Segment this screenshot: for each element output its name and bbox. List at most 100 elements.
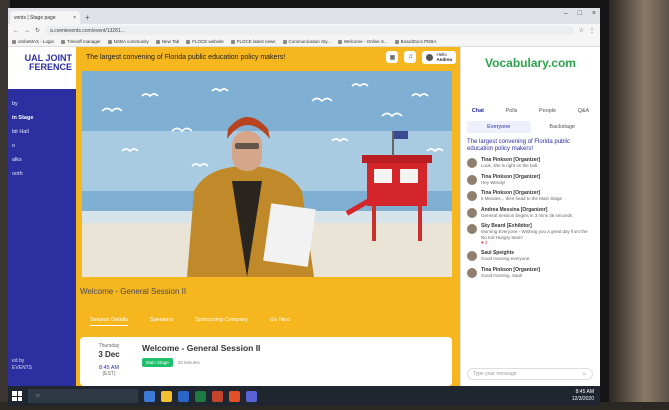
session-tab[interactable]: Session Details xyxy=(90,317,128,326)
address-bar: ← → ↻ a.cventevents.com/event/13281... ☆… xyxy=(8,24,600,37)
background-wall-right xyxy=(609,0,669,410)
chat-message-body: Tina Pinkson [Organizer] 5 Minutes... the… xyxy=(481,190,562,202)
url-input[interactable]: a.cventevents.com/event/13281... xyxy=(45,26,574,35)
chat-tabs: Chat Polls People Q&A xyxy=(461,105,600,117)
sidebar-footer-line1: ed by xyxy=(12,358,25,364)
session-title: Welcome - General Session II xyxy=(80,287,187,296)
bookmark-icon xyxy=(394,39,399,44)
sponsor-logo: Vocabulary.com xyxy=(485,56,576,70)
back-icon[interactable]: ← xyxy=(13,28,19,34)
avatar xyxy=(467,191,477,201)
avatar xyxy=(426,53,434,61)
menu-icon[interactable]: ⋮ xyxy=(589,27,595,34)
browser-tab-title: vents | Stage page xyxy=(14,14,56,21)
chat-tab[interactable]: Polls xyxy=(506,108,518,114)
video-player[interactable] xyxy=(82,71,452,277)
taskbar-search[interactable]: ○ xyxy=(28,389,138,403)
event-app: UAL JOINT FERENCE by in Stage bit Hall o alk… xyxy=(8,47,600,386)
bookmark-item[interactable]: BoardDocs PDBA xyxy=(394,39,437,44)
session-tab[interactable]: Speakers xyxy=(150,317,173,326)
chat-message: Tina Pinkson [Organizer] 5 Minutes... the… xyxy=(467,190,594,202)
minimize-icon[interactable]: – xyxy=(564,10,568,17)
avatar xyxy=(467,267,477,278)
bookmark-item[interactable]: FLOCE latest news xyxy=(230,39,276,44)
bookmark-label: Communication Sty... xyxy=(288,39,331,44)
bookmark-icon xyxy=(107,39,112,44)
bookmark-icon xyxy=(61,39,66,44)
chat-message: Tina Pinkson [Organizer] Look, she is rig… xyxy=(467,157,594,169)
chat-tab[interactable]: Q&A xyxy=(578,108,590,114)
bookmark-item[interactable]: ombeMAX - Login xyxy=(12,39,54,44)
forward-icon[interactable]: → xyxy=(24,28,30,34)
bookmark-icon xyxy=(155,39,160,44)
tagline: The largest convening of Florida public … xyxy=(86,53,286,61)
maximize-icon[interactable]: □ xyxy=(578,10,582,17)
reload-icon[interactable]: ↻ xyxy=(35,27,40,34)
bookmark-label: Welcome - Online S... xyxy=(343,39,388,44)
close-icon[interactable]: × xyxy=(73,15,76,21)
chat-message-author: Tina Pinkson [Organizer] xyxy=(481,173,541,180)
bell-icon[interactable]: ♫ xyxy=(404,51,417,63)
clock-time: 8:45 AM xyxy=(575,389,594,395)
chat-message-body: Tina Pinkson [Organizer] Hey Wendy! xyxy=(481,174,540,186)
new-tab-icon[interactable]: + xyxy=(85,13,90,22)
powerpoint-icon[interactable] xyxy=(212,390,223,402)
clock[interactable]: 8:45 AM 12/3/2020 xyxy=(572,389,594,403)
sidebar-item[interactable]: bit Hall xyxy=(8,125,76,139)
bookmark-icon xyxy=(230,39,235,44)
avatar xyxy=(467,174,477,185)
bookmark-item[interactable]: Welcome - Online S... xyxy=(337,39,388,44)
chat-message: Saul Speights Good morning everyone. xyxy=(467,250,594,262)
session-date: Thursday 3 Dec 8:45 AM (EST) xyxy=(90,343,128,380)
session-tab[interactable]: Go Next xyxy=(270,317,290,326)
excel-icon[interactable] xyxy=(195,390,206,402)
bookmark-item[interactable]: NSBA community xyxy=(107,39,149,44)
browser-tab[interactable]: vents | Stage page × xyxy=(10,11,80,24)
main-stage: The largest convening of Florida public … xyxy=(76,47,460,386)
session-day: 3 Dec xyxy=(98,350,120,359)
user-menu[interactable]: Hello Andrea xyxy=(422,50,456,64)
chat-tab[interactable]: Chat xyxy=(472,108,484,114)
sidebar-item[interactable]: in Stage xyxy=(8,111,76,125)
chrome-icon[interactable] xyxy=(229,390,240,402)
video-frame xyxy=(82,71,452,277)
chat-panel: Vocabulary.com Chat Polls People Q&A Everyo… xyxy=(460,47,600,386)
bookmark-item[interactable]: New Tab xyxy=(155,39,179,44)
bookmark-item[interactable]: Timeoff manager xyxy=(61,39,101,44)
chat-message-text: Good morning everyone. xyxy=(481,256,531,261)
sidebar-item[interactable]: ooth xyxy=(8,167,76,181)
chat-audience-tabs: Everyone Backstage xyxy=(467,121,594,133)
top-strip: The largest convening of Florida public … xyxy=(76,47,460,67)
event-brand: UAL JOINT FERENCE xyxy=(8,47,76,89)
calendar-icon[interactable]: ▦ xyxy=(386,51,399,63)
windows-start-icon[interactable] xyxy=(12,391,22,401)
chat-input[interactable]: Type your message ☺ xyxy=(467,368,593,380)
chat-audience-tab[interactable]: Everyone xyxy=(467,121,531,133)
chat-message-body: Tina Pinkson [Organizer] Good morning, Sa… xyxy=(481,267,540,279)
file-explorer-icon[interactable] xyxy=(161,390,172,402)
bookmark-item[interactable]: Communication Sty... xyxy=(282,39,331,44)
emoji-icon[interactable]: ☺ xyxy=(582,371,587,377)
session-tab[interactable]: Sponsoring Company xyxy=(195,317,248,326)
session-timezone: (EST) xyxy=(102,371,116,377)
sidebar-item[interactable]: o xyxy=(8,139,76,153)
reaction-badge[interactable]: ♥ 2 xyxy=(481,240,594,245)
bookmark-label: BoardDocs PDBA xyxy=(400,39,437,44)
window-controls: – □ × xyxy=(564,10,596,17)
star-icon[interactable]: ☆ xyxy=(579,27,584,34)
sidebar-footer-line2: EVENTS xyxy=(12,365,33,371)
chat-tab[interactable]: People xyxy=(539,108,556,114)
edge-icon[interactable] xyxy=(144,390,155,402)
teams-icon[interactable] xyxy=(246,390,257,402)
word-icon[interactable] xyxy=(178,390,189,402)
bookmark-item[interactable]: FLOCE website xyxy=(186,39,224,44)
chat-audience-tab[interactable]: Backstage xyxy=(531,121,595,133)
chat-message-body: Sky Beard [Exhibitor] Morning Everyone - … xyxy=(481,223,594,245)
browser-tabbar: vents | Stage page × + – □ × xyxy=(8,8,600,24)
sidebar: UAL JOINT FERENCE by in Stage bit Hall o alk… xyxy=(8,47,76,386)
search-icon: ○ xyxy=(36,393,40,399)
chat-message-text: Look, she is right on the ball. xyxy=(481,163,539,168)
window-close-icon[interactable]: × xyxy=(592,10,596,17)
sidebar-item[interactable]: by xyxy=(8,97,76,111)
sidebar-item[interactable]: alks xyxy=(8,153,76,167)
